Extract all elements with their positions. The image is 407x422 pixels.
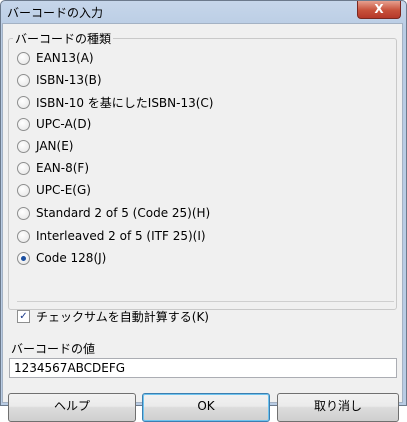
divider xyxy=(17,301,394,302)
checksum-label: チェックサムを自動計算する(K) xyxy=(36,309,209,324)
radio-label: EAN-8(F) xyxy=(36,161,89,175)
cancel-button[interactable]: 取り消し xyxy=(277,393,399,422)
radio-button[interactable] xyxy=(17,73,30,87)
barcode-value-label: バーコードの値 xyxy=(11,342,96,356)
radio-label: Code 128(J) xyxy=(36,251,107,265)
radio-label: UPC-A(D) xyxy=(36,117,92,131)
radio-label: EAN13(A) xyxy=(36,51,94,65)
radio-ean8[interactable]: EAN-8(F) xyxy=(17,159,89,177)
radio-button[interactable] xyxy=(17,183,30,197)
radio-button[interactable] xyxy=(17,117,30,131)
radio-button[interactable] xyxy=(17,161,30,175)
close-icon: X xyxy=(374,2,384,16)
checksum-option[interactable]: ✓ チェックサムを自動計算する(K) xyxy=(17,307,209,325)
radio-selected-dot xyxy=(21,255,26,261)
radio-button[interactable] xyxy=(17,206,30,220)
radio-jan[interactable]: JAN(E) xyxy=(17,137,73,155)
radio-label: ISBN-13(B) xyxy=(36,73,102,87)
close-button[interactable]: X xyxy=(357,1,401,19)
radio-label: UPC-E(G) xyxy=(36,183,91,197)
radio-button-selected[interactable] xyxy=(17,251,30,265)
radio-button[interactable] xyxy=(17,229,30,243)
radio-label: JAN(E) xyxy=(36,139,74,153)
radio-label: Standard 2 of 5 (Code 25)(H) xyxy=(36,206,211,220)
checksum-checkbox[interactable]: ✓ xyxy=(17,309,30,323)
radio-ean13[interactable]: EAN13(A) xyxy=(17,49,94,67)
radio-code128[interactable]: Code 128(J) xyxy=(17,249,106,267)
radio-upca[interactable]: UPC-A(D) xyxy=(17,115,91,133)
radio-label: ISBN-10 を基にしたISBN-13(C) xyxy=(36,95,214,110)
dialog-body: バーコードの種類 EAN13(A) ISBN-13(B) ISBN-10 を基に… xyxy=(2,23,403,422)
barcode-value-input[interactable] xyxy=(9,358,397,378)
dialog-window: バーコードの入力 X バーコードの種類 EAN13(A) ISBN-13(B) … xyxy=(0,0,407,422)
radio-button[interactable] xyxy=(17,51,30,65)
radio-button[interactable] xyxy=(17,139,30,153)
window-title: バーコードの入力 xyxy=(7,6,104,20)
ok-button[interactable]: OK xyxy=(142,393,270,422)
radio-button[interactable] xyxy=(17,95,30,109)
title-bar[interactable]: バーコードの入力 X xyxy=(1,1,406,23)
radio-standard-2of5[interactable]: Standard 2 of 5 (Code 25)(H) xyxy=(17,204,210,222)
help-button[interactable]: ヘルプ xyxy=(8,393,136,422)
radio-interleaved-2of5[interactable]: Interleaved 2 of 5 (ITF 25)(I) xyxy=(17,227,206,245)
barcode-type-group-label: バーコードの種類 xyxy=(13,30,114,47)
radio-isbn10-to-13[interactable]: ISBN-10 を基にしたISBN-13(C) xyxy=(17,93,214,111)
radio-isbn13[interactable]: ISBN-13(B) xyxy=(17,71,102,89)
radio-label: Interleaved 2 of 5 (ITF 25)(I) xyxy=(36,229,206,243)
radio-upce[interactable]: UPC-E(G) xyxy=(17,181,91,199)
